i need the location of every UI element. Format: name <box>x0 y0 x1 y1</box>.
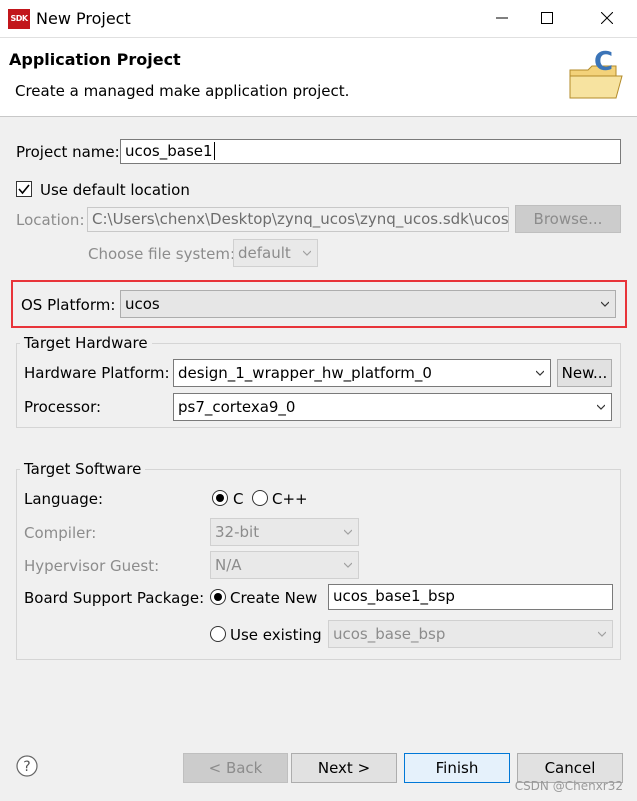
create-new-radio[interactable] <box>210 589 226 605</box>
browse-button[interactable]: Browse... <box>515 205 621 233</box>
window-title: New Project <box>36 9 131 28</box>
processor-label: Processor: <box>24 398 102 416</box>
use-existing-label: Use existing <box>230 626 322 644</box>
finish-button[interactable]: Finish <box>404 753 510 783</box>
language-cpp-label: C++ <box>272 490 308 508</box>
hardware-platform-label: Hardware Platform: <box>24 364 170 382</box>
compiler-value: 32-bit <box>215 523 260 541</box>
location-label: Location: <box>16 211 85 229</box>
close-icon <box>600 11 614 25</box>
radio-selected-dot <box>214 593 222 601</box>
chevron-down-icon <box>344 529 352 535</box>
use-default-location-label: Use default location <box>40 181 190 199</box>
svg-text:?: ? <box>23 759 30 775</box>
hypervisor-select[interactable]: N/A <box>210 551 359 579</box>
page-subtitle: Create a managed make application projec… <box>15 82 350 100</box>
hypervisor-value: N/A <box>215 556 242 574</box>
use-default-location-checkbox[interactable] <box>16 181 32 197</box>
target-software-title: Target Software <box>20 460 146 478</box>
next-button[interactable]: Next > <box>291 753 397 783</box>
watermark: CSDN @Chenxr32 <box>514 779 623 793</box>
os-platform-select[interactable]: ucos <box>120 290 616 318</box>
target-hardware-title: Target Hardware <box>20 334 152 352</box>
use-existing-bsp-select[interactable]: ucos_base_bsp <box>328 620 613 648</box>
help-button[interactable]: ? <box>16 755 38 777</box>
language-c-radio[interactable] <box>212 490 228 506</box>
create-new-bsp-input[interactable]: ucos_base1_bsp <box>328 584 613 610</box>
radio-selected-dot <box>216 494 224 502</box>
new-hardware-button[interactable]: New... <box>557 359 612 387</box>
use-existing-radio[interactable] <box>210 626 226 642</box>
hypervisor-label: Hypervisor Guest: <box>24 557 160 575</box>
sdk-logo-icon: SDK <box>8 9 30 29</box>
processor-value: ps7_cortexa9_0 <box>178 398 296 416</box>
use-existing-bsp-value: ucos_base_bsp <box>333 625 446 643</box>
location-input[interactable]: C:\Users\chenx\Desktop\zynq_ucos\zynq_uc… <box>87 207 509 232</box>
hardware-platform-value: design_1_wrapper_hw_platform_0 <box>178 364 432 382</box>
compiler-select[interactable]: 32-bit <box>210 518 359 546</box>
maximize-icon <box>541 12 553 24</box>
language-label: Language: <box>24 490 104 508</box>
project-name-label: Project name: <box>16 143 120 161</box>
create-new-label: Create New <box>230 589 318 607</box>
processor-select[interactable]: ps7_cortexa9_0 <box>173 393 612 421</box>
filesystem-label: Choose file system: <box>88 245 236 263</box>
help-icon: ? <box>16 755 38 777</box>
project-name-value: ucos_base1 <box>125 142 213 160</box>
back-button[interactable]: < Back <box>183 753 288 783</box>
chevron-down-icon <box>597 404 605 410</box>
chevron-down-icon <box>601 301 609 307</box>
page-title: Application Project <box>9 50 181 69</box>
language-cpp-radio[interactable] <box>252 490 268 506</box>
checkmark-icon <box>18 184 30 195</box>
maximize-button[interactable] <box>520 0 574 38</box>
close-button[interactable] <box>580 0 634 38</box>
chevron-down-icon <box>598 631 606 637</box>
os-platform-label: OS Platform: <box>21 296 116 314</box>
chevron-down-icon <box>536 370 544 376</box>
filesystem-value: default <box>238 244 291 262</box>
chevron-down-icon <box>344 562 352 568</box>
minimize-icon <box>496 17 508 19</box>
os-platform-value: ucos <box>125 295 160 313</box>
compiler-label: Compiler: <box>24 524 97 542</box>
language-c-label: C <box>233 490 244 508</box>
hardware-platform-select[interactable]: design_1_wrapper_hw_platform_0 <box>173 359 551 387</box>
project-name-input[interactable]: ucos_base1 <box>120 139 621 164</box>
svg-text:C: C <box>594 47 613 77</box>
bsp-label: Board Support Package: <box>24 589 205 607</box>
chevron-down-icon <box>303 250 311 256</box>
filesystem-select[interactable]: default <box>233 239 318 267</box>
new-c-project-icon: C <box>566 46 628 106</box>
